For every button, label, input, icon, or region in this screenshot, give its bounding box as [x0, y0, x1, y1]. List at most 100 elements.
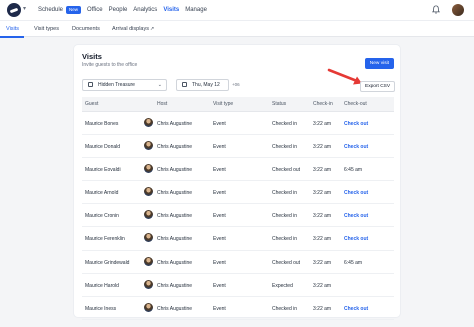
active-tab-indicator — [0, 36, 24, 38]
export-csv-button[interactable]: Export CSV — [360, 81, 396, 92]
check-out-time: 6:45 am — [344, 167, 363, 174]
guest-name: Maurice Iness — [85, 305, 117, 312]
col-check-in[interactable]: Check-in — [313, 101, 333, 107]
new-badge: New — [66, 6, 82, 14]
visit-type: Event — [213, 121, 226, 127]
nav-item-schedule[interactable]: Schedule — [38, 5, 63, 15]
host-avatar — [144, 164, 153, 174]
check-out-link[interactable]: Check out — [344, 213, 368, 219]
sub-tabs: Visits Visit types Documents Arrival dis… — [0, 20, 474, 38]
visit-type: Event — [213, 190, 226, 197]
tab-arrival-displays-label: Arrival displays — [112, 26, 149, 32]
guest-name: Maurice Ferenklin — [85, 236, 125, 243]
external-link-icon: ↗ — [149, 26, 155, 32]
table-row[interactable]: Maurice Bones Chris Augustine Event Chec… — [82, 112, 394, 136]
visit-type: Event — [213, 213, 226, 220]
page-title: Visits — [82, 52, 102, 61]
visit-status: Checked in — [272, 236, 298, 243]
location-value: Hidden Treasure — [98, 82, 135, 88]
table-row[interactable]: Maurice Donald Chris Augustine Event Che… — [82, 135, 394, 159]
timezone-offset: +06 — [232, 82, 240, 87]
host-name: Chris Augustine — [157, 213, 193, 220]
visits-card: Visits Invite guests to the office New v… — [74, 45, 400, 320]
col-guest[interactable]: Guest — [85, 101, 98, 107]
new-visit-button[interactable]: New visit — [364, 58, 394, 69]
tab-visits[interactable]: Visits — [6, 26, 19, 32]
visit-type: Event — [213, 167, 226, 174]
visit-type: Event — [213, 282, 226, 289]
check-in-time: 3:22 am — [313, 190, 332, 197]
check-in-time: 3:22 am — [313, 144, 332, 151]
visit-status: Checked in — [272, 213, 298, 220]
table-row[interactable]: Maurice Ferenklin Chris Augustine Event … — [82, 227, 394, 251]
nav-item-visits[interactable]: Visits — [163, 5, 179, 15]
logo-icon[interactable] — [7, 3, 21, 17]
tab-documents[interactable]: Documents — [72, 26, 100, 32]
guest-name: Maurice Arnold — [85, 190, 119, 197]
visit-status: Expected — [272, 282, 293, 289]
visit-type: Event — [213, 144, 226, 151]
visit-status: Checked out — [272, 259, 301, 266]
table-row[interactable]: Maurice Iness Chris Augustine Event Chec… — [82, 297, 394, 320]
check-out-time: 6:45 am — [344, 259, 363, 266]
page-subtitle: Invite guests to the office — [82, 62, 138, 68]
tab-arrival-displays[interactable]: Arrival displays↗ — [112, 26, 154, 32]
guest-name: Maurice Eovaldi — [85, 167, 121, 174]
col-host[interactable]: Host — [157, 101, 167, 107]
guest-name: Maurice Harold — [85, 282, 119, 289]
host-name: Chris Augustine — [157, 305, 193, 312]
table-row[interactable]: Maurice Grindewald Chris Augustine Event… — [82, 251, 394, 274]
chevron-down-icon: ⌄ — [157, 82, 162, 88]
check-out-link[interactable]: Check out — [344, 306, 368, 312]
date-picker[interactable]: Thu, May 12 — [176, 79, 229, 91]
nav-item-manage[interactable]: Manage — [185, 5, 207, 15]
visit-status: Checked in — [272, 190, 298, 197]
table-row[interactable]: Maurice Arnold Chris Augustine Event Che… — [82, 181, 394, 205]
user-avatar[interactable] — [452, 4, 464, 16]
location-select[interactable]: Hidden Treasure ⌄ — [82, 79, 167, 91]
host-avatar — [144, 118, 153, 127]
host-avatar — [144, 141, 153, 151]
check-in-time: 3:22 am — [313, 121, 332, 127]
guest-name: Maurice Bones — [85, 121, 119, 127]
check-in-time: 3:22 am — [313, 282, 332, 289]
top-nav: ▾ Schedule New Office People Analytics V… — [0, 0, 474, 20]
host-name: Chris Augustine — [157, 190, 193, 197]
host-avatar — [144, 187, 153, 197]
tab-visit-types[interactable]: Visit types — [34, 26, 59, 32]
host-avatar — [144, 302, 153, 312]
check-out-link[interactable]: Check out — [344, 190, 368, 196]
check-in-time: 3:22 am — [313, 167, 332, 174]
col-check-out[interactable]: Check-out — [344, 101, 367, 107]
table-row[interactable]: Maurice Cronin Chris Augustine Event Che… — [82, 204, 394, 228]
nav-item-analytics[interactable]: Analytics — [133, 5, 157, 15]
check-out-link[interactable]: Check out — [344, 144, 368, 150]
visit-type: Event — [213, 305, 226, 312]
visit-status: Checked in — [272, 121, 298, 127]
host-avatar — [144, 233, 153, 243]
host-name: Chris Augustine — [157, 121, 193, 127]
check-out-link[interactable]: Check out — [344, 236, 368, 242]
col-visit-type[interactable]: Visit type — [213, 101, 233, 107]
check-out-link[interactable]: Check out — [344, 121, 368, 127]
guest-name: Maurice Cronin — [85, 213, 119, 220]
bell-icon[interactable] — [432, 5, 440, 14]
table-row[interactable]: Maurice Harold Chris Augustine Event Exp… — [82, 274, 394, 297]
host-avatar — [144, 256, 153, 266]
table-row[interactable]: Maurice Eovaldi Chris Augustine Event Ch… — [82, 158, 394, 182]
host-name: Chris Augustine — [157, 144, 193, 151]
visits-table: Guest Host Visit type Status Check-in Ch… — [82, 97, 394, 320]
nav-item-office[interactable]: Office — [87, 5, 103, 15]
chevron-down-icon[interactable]: ▾ — [23, 5, 26, 12]
check-in-time: 3:22 am — [313, 305, 332, 312]
host-name: Chris Augustine — [157, 236, 193, 243]
nav-item-people[interactable]: People — [109, 5, 128, 15]
col-status[interactable]: Status — [272, 101, 286, 107]
host-name: Chris Augustine — [157, 167, 193, 174]
guest-name: Maurice Donald — [85, 144, 121, 151]
visit-status: Checked in — [272, 305, 298, 312]
host-name: Chris Augustine — [157, 259, 193, 266]
guest-name: Maurice Grindewald — [85, 259, 130, 266]
check-in-time: 3:22 am — [313, 236, 332, 243]
host-name: Chris Augustine — [157, 282, 193, 289]
